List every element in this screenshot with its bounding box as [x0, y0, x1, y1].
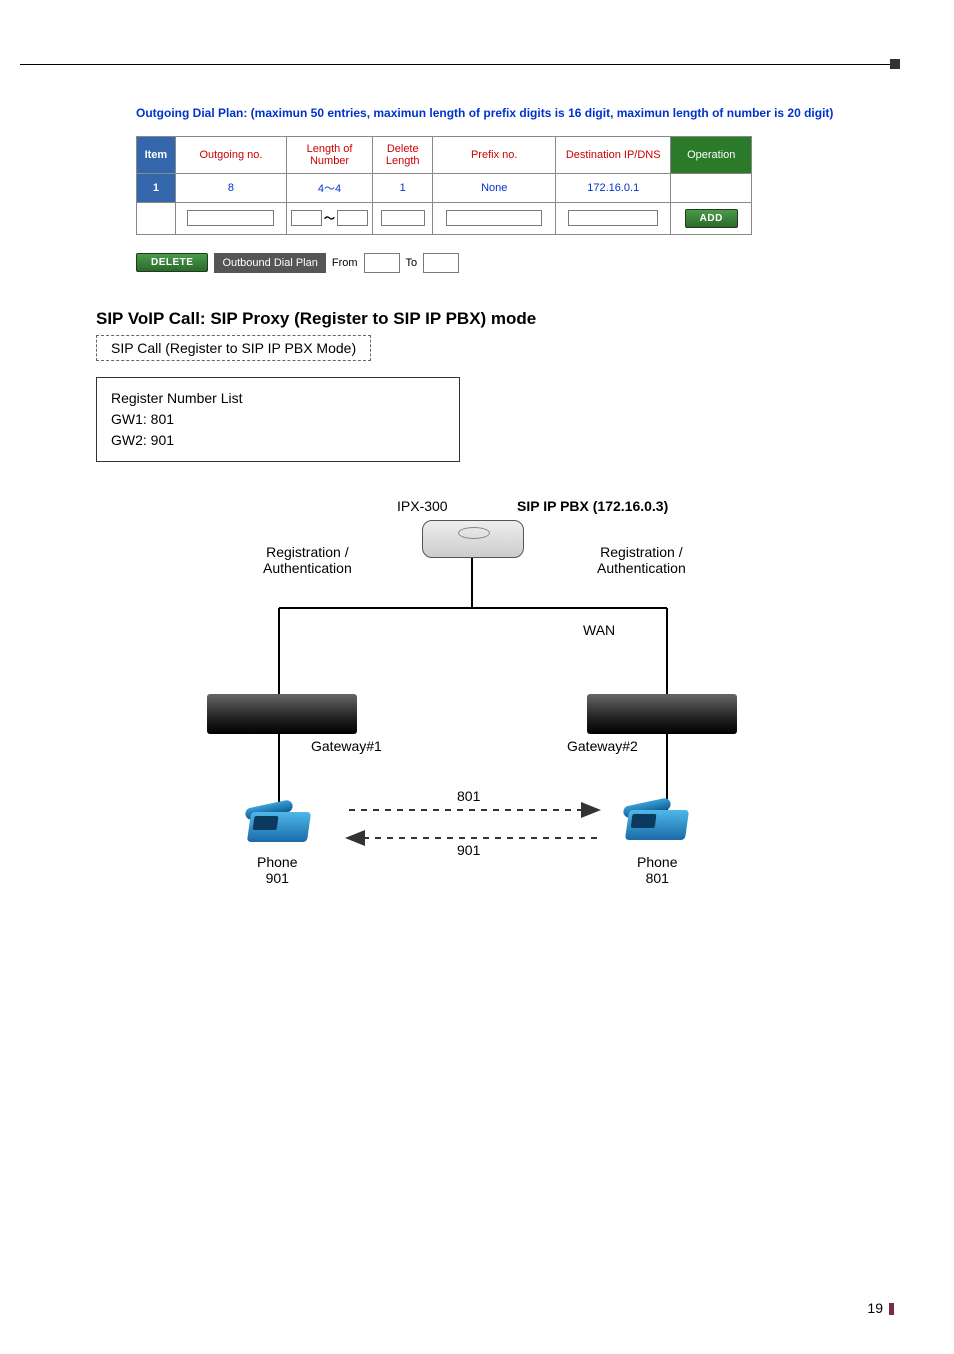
col-item: Item — [137, 136, 176, 173]
length-max-input[interactable] — [337, 210, 368, 226]
from-label: From — [332, 257, 358, 269]
phone1-icon — [249, 812, 314, 848]
reg-auth-right: Registration / Authentication — [597, 544, 686, 576]
wan-label: WAN — [583, 622, 615, 638]
destination-input[interactable] — [568, 210, 659, 226]
delete-length-input[interactable] — [381, 210, 425, 226]
delete-button[interactable]: DELETE — [136, 253, 208, 272]
gateway1-icon — [207, 694, 357, 734]
phone2-icon — [627, 810, 692, 846]
cell-delete: 1 — [372, 173, 432, 202]
cell-dest: 172.16.0.1 — [555, 173, 671, 202]
page-number: 19 — [867, 1300, 894, 1316]
cell-prefix: None — [433, 173, 556, 202]
length-min-input[interactable] — [291, 210, 322, 226]
delete-range-controls: DELETE Outbound Dial Plan From To — [136, 253, 854, 273]
from-input[interactable] — [364, 253, 400, 273]
page-top-rule — [20, 64, 900, 65]
col-prefix: Prefix no. — [433, 136, 556, 173]
register-list-box: Register Number List GW1: 801 GW2: 901 — [96, 377, 460, 462]
table-input-row: ～ ADD — [137, 202, 752, 234]
outgoing-input[interactable] — [187, 210, 274, 226]
reg-auth-left: Registration / Authentication — [263, 544, 352, 576]
gateway2-icon — [587, 694, 737, 734]
cell-outgoing: 8 — [175, 173, 286, 202]
pbx-device-icon — [422, 520, 524, 558]
num-901: 901 — [457, 842, 480, 858]
prefix-input[interactable] — [446, 210, 542, 226]
to-input[interactable] — [423, 253, 459, 273]
pbx-label: SIP IP PBX (172.16.0.3) — [517, 498, 668, 514]
reg-gw2: GW2: 901 — [111, 430, 445, 451]
ipx-label: IPX-300 — [397, 498, 448, 514]
network-diagram: IPX-300 SIP IP PBX (172.16.0.3) Registra… — [157, 498, 797, 928]
gw2-label: Gateway#2 — [567, 738, 638, 754]
col-dest: Destination IP/DNS — [555, 136, 671, 173]
reg-list-title: Register Number List — [111, 388, 445, 409]
add-button[interactable]: ADD — [685, 209, 738, 228]
cell-item: 1 — [137, 173, 176, 202]
col-delete: Delete Length — [372, 136, 432, 173]
to-label: To — [406, 257, 418, 269]
col-length: Length of Number — [287, 136, 373, 173]
tilde-separator: ～ — [324, 210, 335, 226]
section-heading: SIP VoIP Call: SIP Proxy (Register to SI… — [96, 309, 954, 329]
table-header-row: Item Outgoing no. Length of Number Delet… — [137, 136, 752, 173]
sip-call-box: SIP Call (Register to SIP IP PBX Mode) — [96, 335, 371, 361]
gw1-label: Gateway#1 — [311, 738, 382, 754]
phone2-label: Phone 801 — [637, 854, 677, 886]
outbound-plan-label: Outbound Dial Plan — [214, 253, 325, 273]
col-operation: Operation — [671, 136, 752, 173]
table-row: 1 8 4～4 1 None 172.16.0.1 — [137, 173, 752, 202]
col-outgoing: Outgoing no. — [175, 136, 286, 173]
dial-plan-table: Item Outgoing no. Length of Number Delet… — [136, 136, 752, 235]
reg-gw1: GW1: 801 — [111, 409, 445, 430]
page-tick-icon — [889, 1303, 894, 1315]
cell-length: 4～4 — [287, 173, 373, 202]
dial-plan-caption: Outgoing Dial Plan: (maximun 50 entries,… — [136, 105, 854, 122]
phone1-label: Phone 901 — [257, 854, 297, 886]
num-801: 801 — [457, 788, 480, 804]
